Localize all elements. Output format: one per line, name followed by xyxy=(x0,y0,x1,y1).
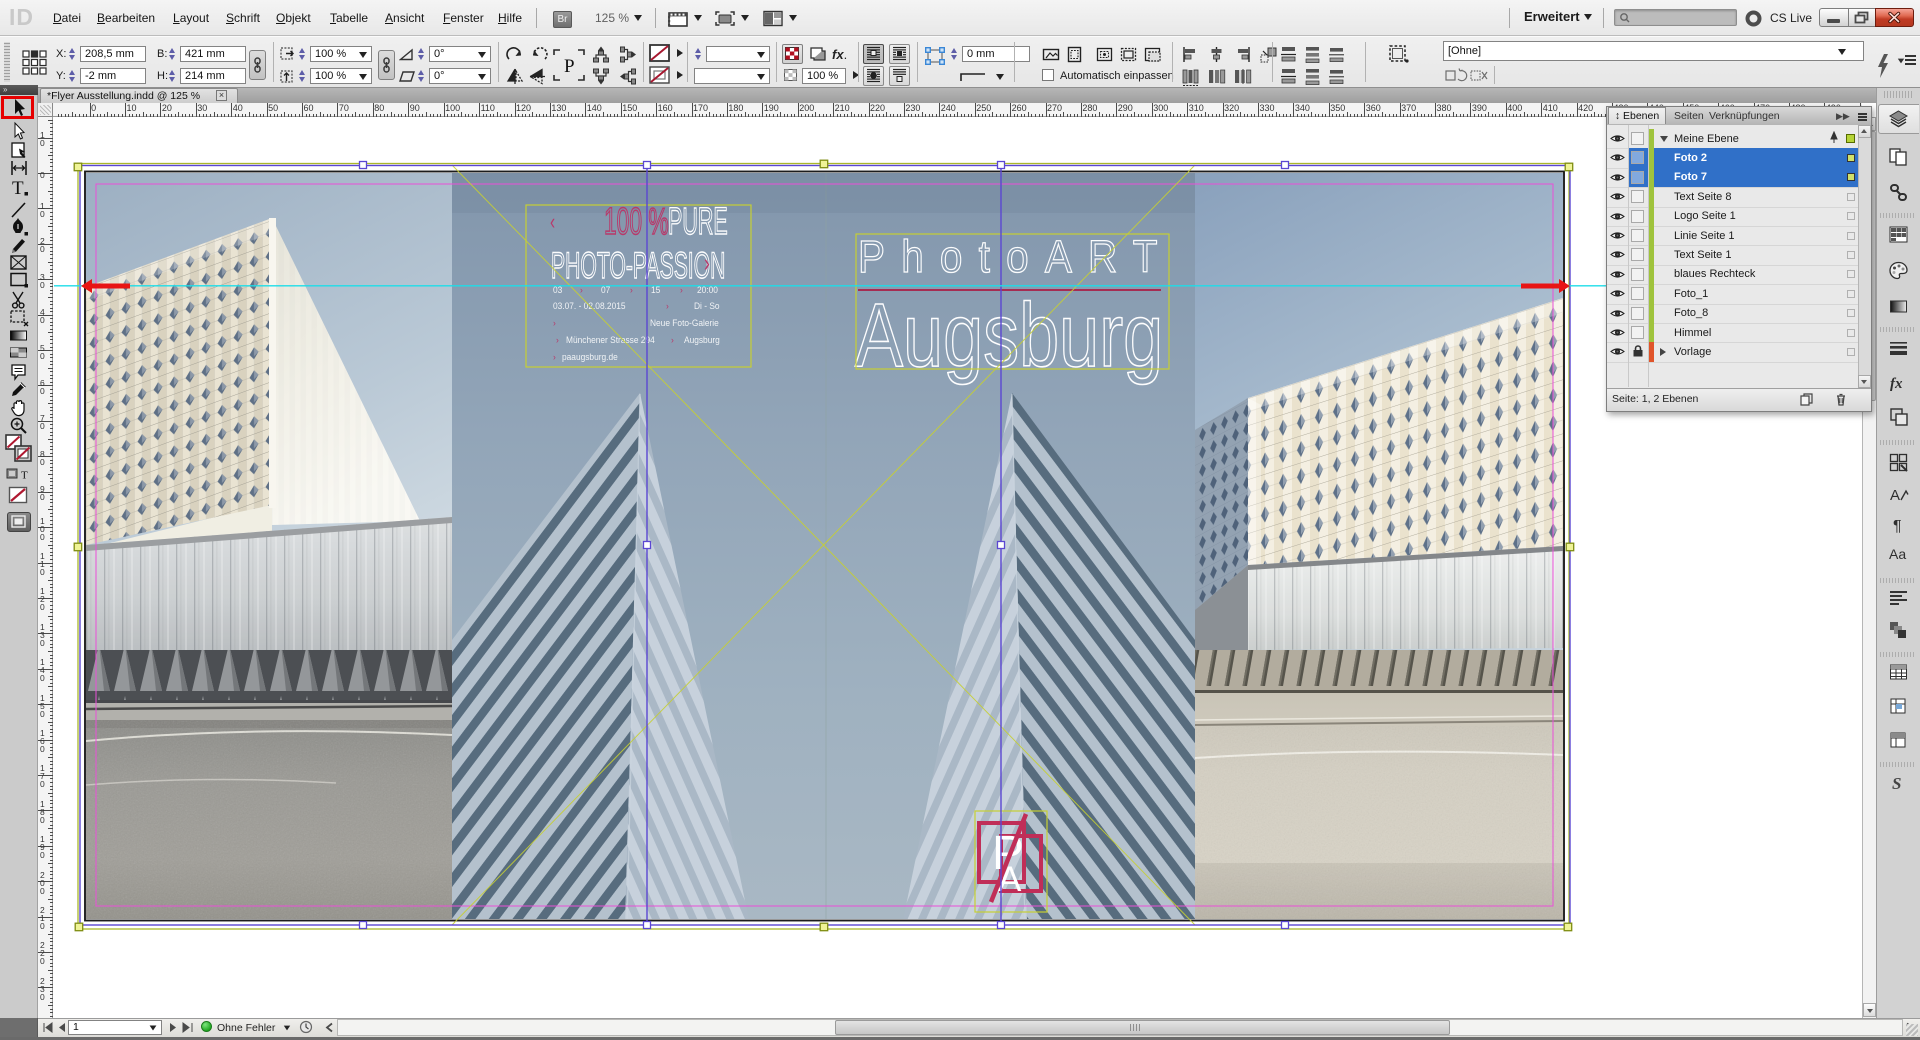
svg-text:T: T xyxy=(21,470,28,482)
svg-text:P: P xyxy=(564,56,575,77)
svg-text:T: T xyxy=(12,178,24,199)
svg-text:S: S xyxy=(1892,774,1901,793)
svg-text:fx: fx xyxy=(1890,376,1903,392)
svg-text:Aa: Aa xyxy=(1889,546,1906,562)
svg-text:A: A xyxy=(1890,487,1900,504)
svg-text:¶: ¶ xyxy=(1893,518,1902,535)
